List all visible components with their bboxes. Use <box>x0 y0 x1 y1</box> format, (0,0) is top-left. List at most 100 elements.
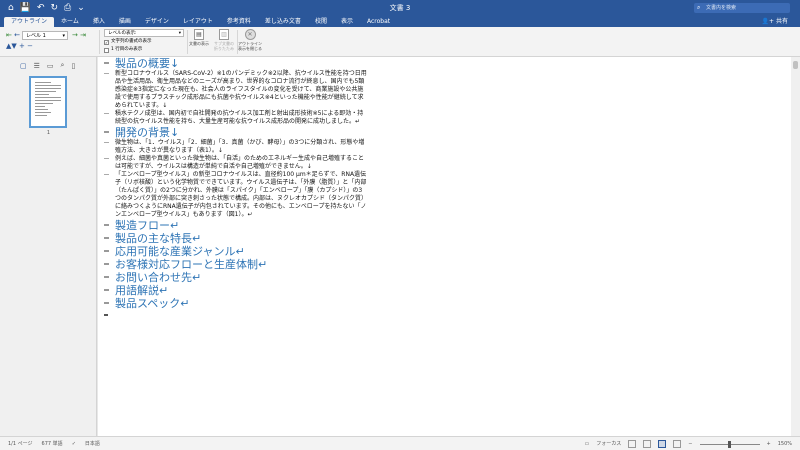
tab-references[interactable]: 参考資料 <box>220 17 258 27</box>
show-level-value: レベルの表示: <box>108 31 137 36</box>
tab-home[interactable]: ホーム <box>54 17 86 27</box>
thumbnail-page-number: 1 <box>46 130 51 136</box>
document-canvas[interactable]: 製品の概要↓ 新型コロナウイルス（SARS-CoV-2）※1のパンデミック※2以降… <box>98 57 791 436</box>
outline-heading-text: 開発の背景↓ <box>115 126 180 139</box>
word-count[interactable]: 677 単語 <box>42 437 63 450</box>
page-thumbnail[interactable] <box>29 76 67 128</box>
zoom-slider[interactable] <box>699 440 760 448</box>
tab-design[interactable]: デザイン <box>138 17 176 27</box>
tab-layout[interactable]: レイアウト <box>176 17 220 27</box>
outline-body-paragraph[interactable]: 例えば、細菌や真菌といった微生物は、「自活」のためのエネルギー生成や自己増殖する… <box>104 155 367 171</box>
chevron-down-icon: ▾ <box>62 33 65 39</box>
undo-icon[interactable]: ↶ <box>37 0 45 16</box>
outline-heading[interactable]: お客様対応フローと生産体制↵ <box>104 258 364 271</box>
outline-level-marker-icon[interactable] <box>104 131 109 133</box>
outline-heading[interactable]: 用語解説↵ <box>104 284 364 297</box>
outline-body-paragraph[interactable]: 新型コロナウイルス（SARS-CoV-2）※1のパンデミック※2以降、抗ウイルス… <box>104 70 367 110</box>
move-down-icon[interactable]: ▼ <box>11 42 16 50</box>
outline-level-marker-icon[interactable] <box>104 276 109 278</box>
tab-review[interactable]: 校閲 <box>308 17 334 27</box>
vertical-scrollbar[interactable] <box>791 57 800 436</box>
outline-level-marker-icon[interactable] <box>104 224 109 226</box>
tab-mailings[interactable]: 差し込み文書 <box>258 17 308 27</box>
show-formatting-checkbox[interactable]: ✓ 文字列の書式の表示 <box>104 39 152 45</box>
page-count[interactable]: 1/1 ページ <box>8 437 33 450</box>
redo-icon[interactable]: ↻ <box>50 0 58 16</box>
outline-level-marker-icon[interactable] <box>104 250 109 252</box>
outline-body-paragraph[interactable]: 微生物は、「1．ウイルス」「2．細菌」「3．真菌（かび、酵母）」の3つに分類され… <box>104 139 367 155</box>
outline-level-marker-icon[interactable] <box>104 237 109 239</box>
outline-level-marker-icon[interactable] <box>104 62 109 64</box>
focus-icon[interactable]: ▭ <box>585 437 590 450</box>
tab-draw[interactable]: 描画 <box>112 17 138 27</box>
person-icon: 👤+ <box>761 18 776 25</box>
outline-heading[interactable]: 製品の主な特長↵ <box>104 232 364 245</box>
show-formatting-label: 文字列の書式の表示 <box>111 39 152 44</box>
document-map-icon[interactable]: ☰ <box>34 62 40 70</box>
collapse-icon[interactable]: − <box>27 42 33 50</box>
outline-heading[interactable]: 開発の背景↓ <box>104 126 364 139</box>
collapse-subdocs-label: サブ文書の折りたたみ <box>214 41 234 51</box>
close-outline-label: アウトライン表示を閉じる <box>238 41 262 51</box>
web-layout-icon[interactable] <box>673 440 682 448</box>
tab-view[interactable]: 表示 <box>334 17 360 27</box>
outline-body-paragraph[interactable]: 「エンベロープ型ウイルス」の新型コロナウイルスは、直径約100 μm＊足らずで、… <box>104 171 368 219</box>
close-outline-view-button[interactable]: ✕ アウトライン表示を閉じる <box>238 29 262 51</box>
outline-heading[interactable]: お問い合わせ先↵ <box>104 271 364 284</box>
checkmark-icon: ✓ <box>104 39 109 45</box>
tab-insert[interactable]: 挿入 <box>86 17 112 27</box>
pin-icon[interactable]: ▯ <box>71 62 75 70</box>
save-icon[interactable]: 💾 <box>20 0 31 16</box>
customize-toolbar-icon[interactable]: ⌄ <box>77 0 85 16</box>
outline-content[interactable]: 製品の概要↓ 新型コロナウイルス（SARS-CoV-2）※1のパンデミック※2以降… <box>104 57 368 316</box>
read-mode-icon[interactable] <box>628 440 637 448</box>
tab-acrobat[interactable]: Acrobat <box>360 17 397 27</box>
show-level-select[interactable]: レベルの表示: ▾ <box>104 29 184 37</box>
promote-to-heading-icon[interactable]: ⇤ <box>6 31 12 39</box>
language-indicator[interactable]: 日本語 <box>85 437 100 450</box>
show-document-button[interactable]: ▤ 文書の表示 <box>188 29 210 46</box>
scroll-thumb[interactable] <box>793 61 798 69</box>
thumbnails-icon[interactable]: ▢ <box>20 62 27 70</box>
body-text: 積水テクノ成型は、国内初で自社開発の抗ウイルス加工剤と射出成形技術※5による即効… <box>115 110 364 125</box>
outline-level-marker-icon[interactable] <box>104 263 109 265</box>
zoom-out-icon[interactable]: − <box>688 437 692 450</box>
promote-icon[interactable]: ← <box>14 31 20 39</box>
outline-heading-text: 製造フロー↵ <box>115 219 180 232</box>
body-text: 「エンベロープ型ウイルス」の新型コロナウイルスは、直径約100 μm＊足らずで、… <box>115 171 368 218</box>
proofing-icon[interactable]: ✓ <box>72 437 76 450</box>
first-line-only-label: 1 行目のみ表示 <box>111 47 143 52</box>
body-text: 新型コロナウイルス（SARS-CoV-2）※1のパンデミック※2以降、抗ウイルス… <box>115 70 367 109</box>
outline-heading-text: 用語解説↵ <box>115 284 169 297</box>
outline-heading[interactable]: 製品の概要↓ <box>104 57 364 70</box>
print-icon[interactable]: ⎙ <box>64 0 71 16</box>
share-button[interactable]: 👤+ 共有 <box>762 16 788 27</box>
outline-heading[interactable]: 製造フロー↵ <box>104 219 364 232</box>
outline-view-icon[interactable] <box>658 440 667 448</box>
outline-heading-text: 製品の概要↓ <box>115 57 180 70</box>
home-icon[interactable]: ⌂ <box>8 0 14 16</box>
bookmark-icon[interactable]: ▭ <box>47 62 54 70</box>
collapse-subdocuments-button[interactable]: ▥ サブ文書の折りたたみ <box>213 29 235 51</box>
zoom-level[interactable]: 150% <box>778 437 792 450</box>
print-layout-icon[interactable] <box>643 440 652 448</box>
outline-level-select[interactable]: レベル 1 ▾ <box>22 31 68 40</box>
outline-heading[interactable]: 応用可能な産業ジャンル↵ <box>104 245 364 258</box>
demote-to-body-icon[interactable]: ⇥ <box>80 31 86 39</box>
zoom-in-icon[interactable]: + <box>767 437 771 450</box>
demote-icon[interactable]: → <box>72 31 78 39</box>
search-input[interactable]: ⌕ 文書内を検索 <box>694 3 790 13</box>
focus-mode-button[interactable]: フォーカス <box>596 437 621 450</box>
outline-heading[interactable]: 製品スペック↵ <box>104 297 364 310</box>
outline-heading-text: お客様対応フローと生産体制↵ <box>115 258 268 271</box>
first-line-only-checkbox[interactable]: 1 行目のみ表示 <box>104 47 142 53</box>
outline-level-marker-icon[interactable] <box>104 302 109 304</box>
expand-icon[interactable]: + <box>19 42 25 50</box>
zoom-slider-handle[interactable] <box>727 440 731 448</box>
document-end-marker <box>104 314 108 316</box>
outline-body-paragraph[interactable]: 積水テクノ成型は、国内初で自社開発の抗ウイルス加工剤と射出成形技術※5による即効… <box>104 110 367 126</box>
search-icon[interactable]: ⌕ <box>61 61 65 70</box>
show-document-label: 文書の表示 <box>189 41 209 46</box>
outline-level-marker-icon[interactable] <box>104 289 109 291</box>
tab-outline[interactable]: アウトライン <box>4 17 55 27</box>
